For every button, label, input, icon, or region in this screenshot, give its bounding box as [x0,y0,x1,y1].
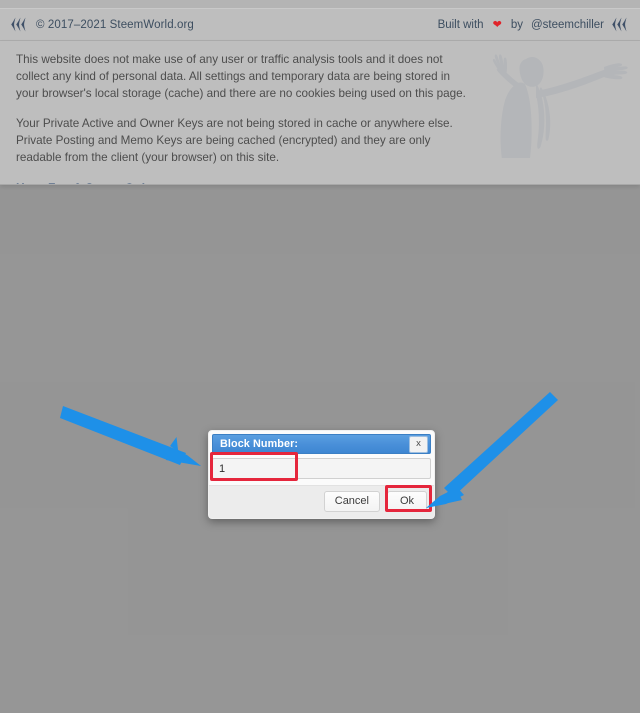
close-icon[interactable]: x [409,435,428,453]
heart-icon: ❤ [492,19,502,31]
copyright-text: © 2017–2021 SteemWorld.org [36,18,194,31]
built-with-by: by [510,18,523,31]
page-background: © 2017–2021 SteemWorld.org Built with ❤ … [0,0,640,713]
dialog-footer: Cancel Ok [209,485,434,518]
dialog-body [209,454,434,479]
privacy-paragraph-2: Your Private Active and Owner Keys are n… [16,117,453,164]
dialog-title-text: Block Number: [220,438,299,450]
privacy-paragraph-1: This website does not make use of any us… [16,53,466,100]
ok-button[interactable]: Ok [387,491,427,512]
built-with-prefix: Built with [437,18,484,31]
block-number-input[interactable] [212,458,431,479]
block-number-dialog: Block Number: x Cancel Ok [208,430,435,519]
privacy-info-panel: This website does not make use of any us… [0,41,640,185]
author-handle-link[interactable]: @steemchiller [531,19,604,31]
top-bar-right-group: Built with ❤ by @steemchiller [438,17,629,32]
steem-logo-icon [11,17,28,32]
top-bar-left-group: © 2017–2021 SteemWorld.org [11,17,194,32]
dialog-title-bar: Block Number: x [212,434,431,454]
site-top-bar: © 2017–2021 SteemWorld.org Built with ❤ … [0,8,640,41]
steem-logo-icon [612,17,629,32]
person-arms-outstretched-silhouette-icon [492,54,628,158]
cancel-button[interactable]: Cancel [323,491,380,512]
